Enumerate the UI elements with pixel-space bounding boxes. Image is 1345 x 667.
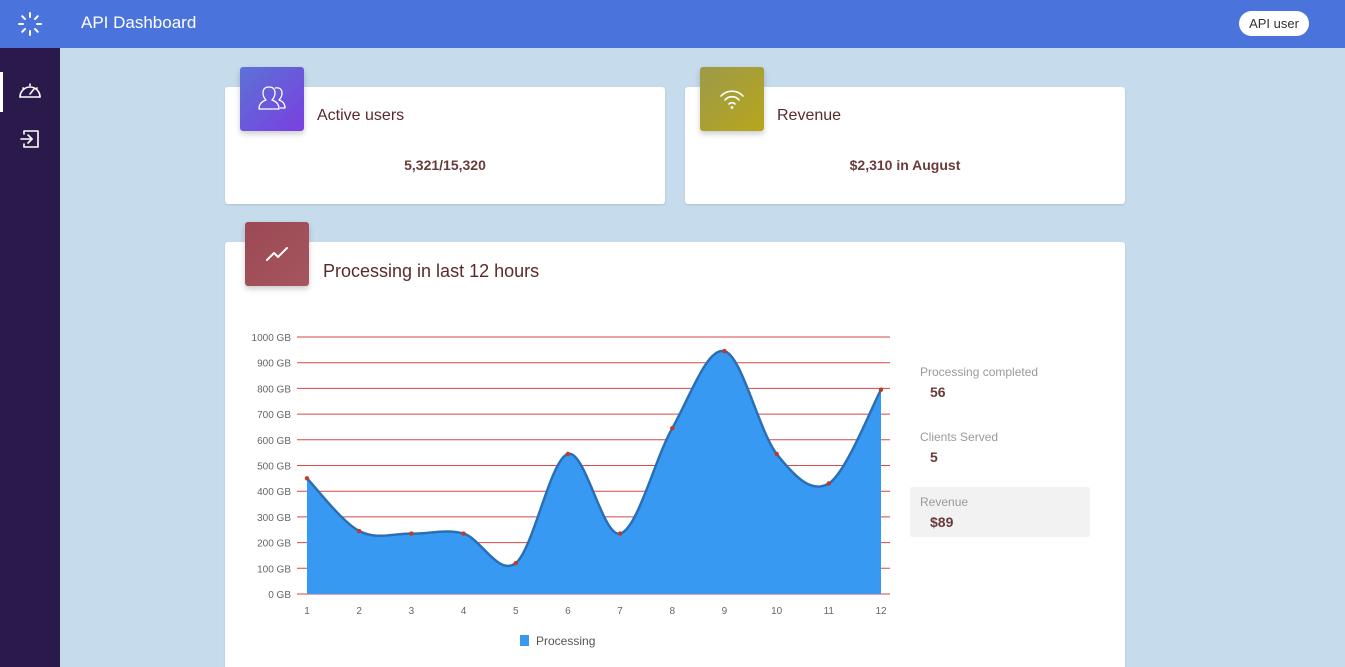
y-tick-label: 500 GB: [257, 462, 291, 473]
y-tick-label: 700 GB: [257, 410, 291, 421]
x-tick-label: 6: [565, 606, 571, 617]
x-tick-label: 10: [771, 606, 783, 617]
legend-swatch: [520, 635, 529, 646]
y-tick-label: 600 GB: [257, 436, 291, 447]
stat-value: 56: [930, 384, 946, 400]
stat-value: 5: [930, 449, 938, 465]
x-tick-label: 8: [669, 606, 675, 617]
y-tick-label: 900 GB: [257, 359, 291, 370]
x-tick-label: 5: [513, 606, 519, 617]
processing-chart: 0 GB 100 GB 200 GB 300 GB 400 GB 500 GB 600 GB…: [252, 333, 890, 648]
data-point: [461, 531, 466, 536]
data-point: [565, 451, 571, 457]
data-point: [356, 528, 362, 534]
x-tick-label: 3: [409, 606, 415, 617]
data-point: [774, 451, 779, 457]
stat-label: Processing completed: [920, 365, 1039, 379]
y-tick-label: 800 GB: [257, 384, 291, 395]
y-tick-label: 0 GB: [268, 590, 291, 601]
y-tick-label: 300 GB: [257, 513, 291, 524]
y-tick-label: 100 GB: [257, 564, 291, 575]
stat-value: $89: [930, 514, 954, 530]
legend-label: Processing: [536, 634, 595, 648]
stat-label: Clients Served: [920, 430, 999, 444]
data-point: [513, 560, 518, 566]
x-tick-label: 12: [875, 606, 887, 617]
x-tick-label: 11: [824, 606, 835, 617]
area-fill: [307, 350, 881, 594]
x-tick-label: 4: [461, 606, 467, 617]
data-point: [670, 426, 675, 431]
data-point: [617, 531, 623, 536]
data-point: [409, 531, 414, 536]
x-tick-label: 9: [722, 606, 728, 617]
x-tick-label: 2: [356, 606, 362, 617]
x-tick-label: 7: [617, 606, 623, 617]
data-point: [304, 476, 310, 481]
y-tick-label: 1000 GB: [252, 333, 292, 344]
y-tick-label: 200 GB: [257, 539, 291, 550]
data-point: [878, 387, 884, 392]
x-tick-label: 1: [304, 606, 310, 617]
data-point: [826, 481, 832, 486]
stat-label: Revenue: [920, 495, 969, 509]
data-point: [722, 348, 727, 354]
y-tick-label: 400 GB: [257, 487, 291, 498]
